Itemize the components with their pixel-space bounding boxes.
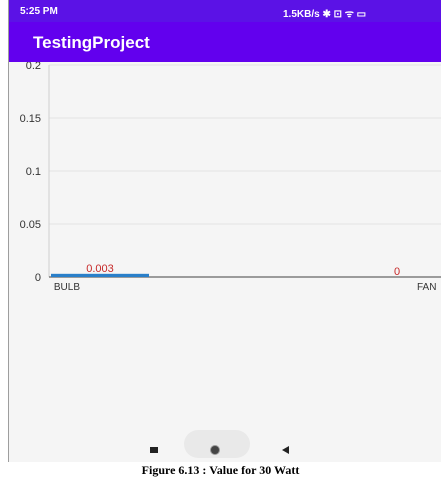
- figure-caption: Figure 6.13 : Value for 30 Watt: [141, 463, 300, 477]
- y-tick-label: 0: [35, 272, 41, 284]
- app-bar: TestingProject: [9, 22, 441, 62]
- back-icon[interactable]: [282, 446, 289, 454]
- x-tick-label: FAN: [417, 282, 436, 293]
- status-bar: 5:25 PM 1.5KB/s ✱ ⊡ ᯤ ▭: [9, 0, 441, 22]
- recents-icon[interactable]: [150, 447, 158, 453]
- app-title: TestingProject: [33, 33, 150, 52]
- data-label: 0.003: [86, 263, 114, 275]
- y-tick-label: 0.2: [26, 62, 41, 72]
- y-tick-label: 0.15: [20, 113, 41, 125]
- status-indicators: 1.5KB/s ✱ ⊡ ᯤ ▭: [283, 9, 367, 20]
- navigation-bar: [9, 430, 441, 462]
- y-tick-label: 0.05: [20, 219, 41, 231]
- status-time: 5:25 PM: [20, 6, 58, 17]
- bar-chart[interactable]: 0 0.05 0.1 0.15 0.2 0.003 BULB 0 FAN: [9, 62, 441, 432]
- x-tick-label: BULB: [54, 282, 80, 293]
- home-icon[interactable]: [210, 445, 220, 455]
- data-label: 0: [394, 266, 400, 278]
- phone-screen: 5:25 PM 1.5KB/s ✱ ⊡ ᯤ ▭ TestingProject 0…: [8, 0, 441, 462]
- y-tick-label: 0.1: [26, 166, 41, 178]
- chart-svg: 0 0.05 0.1 0.15 0.2 0.003 BULB 0 FAN: [20, 62, 441, 293]
